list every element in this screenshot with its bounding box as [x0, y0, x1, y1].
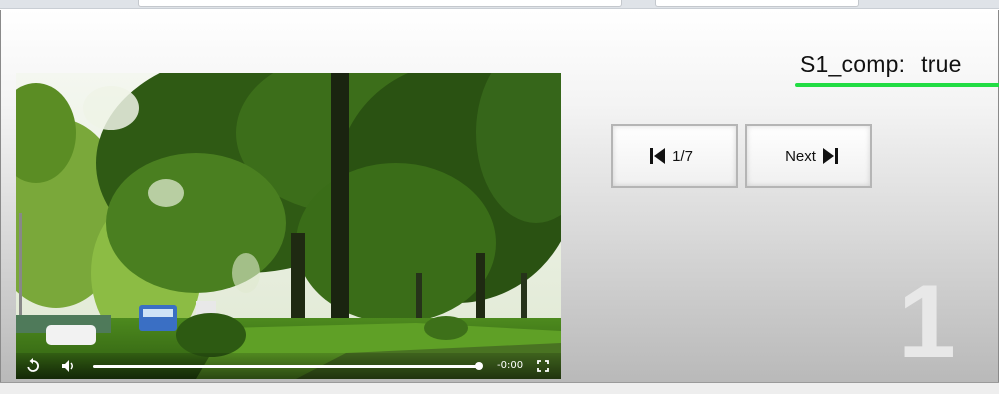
address-bar[interactable] [138, 0, 622, 7]
skip-forward-icon [822, 147, 838, 165]
next-button-label: Next [785, 147, 816, 165]
volume-icon[interactable] [60, 358, 76, 374]
bottom-bar [0, 382, 999, 394]
video-controls: -0:00 [16, 353, 561, 379]
video-player[interactable]: -0:00 [16, 73, 561, 379]
fullscreen-icon[interactable] [535, 358, 551, 374]
status-value: true [921, 51, 962, 77]
browser-toolbar [0, 0, 999, 9]
previous-button-label: 1/7 [672, 147, 693, 165]
next-button[interactable]: Next [745, 124, 872, 188]
progress-track[interactable] [93, 365, 477, 368]
status-label: S1_comp: [800, 51, 906, 77]
status-underline [795, 83, 999, 87]
progress-thumb[interactable] [475, 362, 483, 370]
status-readout: S1_comp: true [800, 51, 962, 78]
replay-icon[interactable] [25, 358, 41, 374]
video-frame [16, 73, 561, 379]
time-remaining: -0:00 [497, 360, 524, 371]
page-number: 1 [898, 264, 956, 380]
search-bar[interactable] [655, 0, 859, 7]
skip-back-icon [650, 147, 666, 165]
previous-button[interactable]: 1/7 [611, 124, 738, 188]
